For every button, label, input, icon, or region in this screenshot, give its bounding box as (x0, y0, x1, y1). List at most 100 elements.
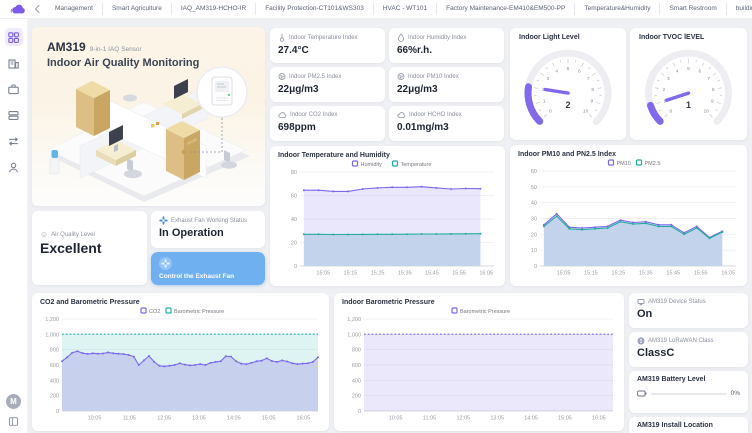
svg-text:1,200: 1,200 (45, 317, 59, 323)
co2-metric-card: Indoor CO2 Index 698ppm (270, 106, 385, 141)
svg-text:15:25: 15:25 (371, 271, 385, 277)
install-location-card: AM319 Install Location Second Floor, Are… (629, 417, 748, 433)
brand-logo[interactable] (0, 3, 34, 16)
tab-iaq-am319-hcho-ir[interactable]: IAQ_AM319-HCHO-IR (171, 3, 255, 15)
chart-title: CO2 and Barometric Pressure (37, 299, 324, 306)
lorawan-label: AM319 LoRaWAN Class (648, 338, 713, 344)
user-avatar[interactable]: M (6, 394, 21, 409)
fan-button-label: Control the Exhaust Fan (159, 273, 257, 280)
pm10-icon (397, 72, 405, 81)
svg-text:8: 8 (591, 87, 594, 93)
tabs-scroll-left-icon[interactable] (35, 5, 43, 13)
pm10-metric-card: Indoor PM10 Index 22μg/m3 (389, 67, 504, 102)
svg-text:8: 8 (712, 87, 715, 93)
tab-facility-protection[interactable]: Facility Protection-CT101&WS303 (255, 3, 373, 15)
fan-icon (159, 216, 168, 225)
svg-text:80: 80 (291, 170, 297, 176)
tab-smart-agriculture[interactable]: Smart Agriculture (102, 3, 171, 15)
sidebar-item-user[interactable] (5, 158, 23, 176)
chart-title: Indoor PM10 and PN2.5 Index (515, 151, 742, 158)
svg-text:15:05: 15:05 (557, 271, 571, 277)
svg-text:10: 10 (583, 109, 589, 115)
svg-text:16:05: 16:05 (479, 271, 493, 277)
svg-text:1: 1 (686, 100, 691, 110)
svg-text:13:05: 13:05 (490, 416, 504, 422)
sidebar-item-dashboard[interactable] (5, 28, 23, 46)
svg-text:30: 30 (531, 217, 537, 223)
svg-text:Humidity: Humidity (361, 162, 383, 168)
svg-text:12:05: 12:05 (456, 416, 470, 422)
metric-label: Indoor Humidity Index (408, 35, 466, 41)
svg-text:3: 3 (667, 76, 670, 82)
chart-title: Indoor Temperature and Humidity (275, 152, 500, 159)
sidebar-item-devices[interactable] (5, 54, 23, 72)
toolbox-icon (7, 83, 20, 96)
humidity-icon (397, 33, 405, 42)
device-status-label: AM319 Device Status (648, 299, 706, 305)
svg-text:2: 2 (662, 87, 665, 93)
top-navbar: Management Smart Agriculture IAQ_AM319-H… (0, 0, 752, 19)
air-quality-value: Excellent (40, 240, 139, 256)
svg-text:800: 800 (352, 348, 361, 354)
humidity-metric-card: Indoor Humidity Index 66%r.h. (389, 28, 504, 63)
sensor-model: AM319 (47, 40, 86, 54)
svg-text:5: 5 (687, 66, 690, 72)
fan-status-value: In Operation (159, 227, 257, 239)
co2-pressure-chart: 02004006008001,0001,20010:0511:0512:0513… (37, 306, 324, 424)
tab-temperature-humidity[interactable]: Temperature&Humidity (574, 3, 659, 15)
tab-management[interactable]: Management (46, 3, 102, 15)
tvoc-gauge-card: Indoor TVOC lEVEL 0123456789101 (630, 28, 747, 140)
lorawan-class-card: AM319 LoRaWAN Class ClassC (629, 332, 748, 367)
svg-text:15:45: 15:45 (425, 271, 439, 277)
svg-text:200: 200 (352, 394, 361, 400)
hcho-cloud-icon (397, 111, 406, 119)
hcho-metric-card: Indoor HCHO Index 0.01mg/m3 (389, 106, 504, 141)
metric-label: Indoor PM10 Index (408, 74, 459, 80)
tab-smart-restroom[interactable]: Smart Restroom (659, 3, 725, 15)
battery-icon (637, 390, 647, 397)
metric-label: Indoor HCHO Index (409, 112, 462, 118)
svg-text:15:15: 15:15 (584, 271, 598, 277)
svg-text:Barometric Pressure: Barometric Pressure (174, 309, 224, 315)
svg-text:13:05: 13:05 (192, 416, 206, 422)
sidebar-item-toolbox[interactable] (5, 80, 23, 98)
install-location-label: AM319 Install Location (637, 422, 740, 429)
metric-label: Indoor Temperature Index (289, 35, 358, 41)
control-exhaust-fan-button[interactable]: Control the Exhaust Fan (151, 252, 265, 285)
svg-text:16:05: 16:05 (297, 416, 311, 422)
devices-icon (7, 57, 20, 70)
svg-text:11:05: 11:05 (123, 416, 136, 422)
svg-text:400: 400 (352, 378, 361, 384)
chart-title: Indoor Barometric Pressure (339, 299, 619, 306)
air-quality-card: ☺ Air Quality Level Excellent (32, 211, 147, 285)
svg-text:1: 1 (543, 99, 546, 105)
co2-pressure-chart-card: CO2 and Barometric Pressure 020040060080… (32, 293, 329, 431)
collapse-sidebar-icon[interactable] (8, 416, 19, 427)
svg-text:12:05: 12:05 (157, 416, 171, 422)
sidebar-item-gateway[interactable] (5, 106, 23, 124)
svg-text:15:35: 15:35 (639, 271, 653, 277)
dashboard-tabs: Management Smart Agriculture IAQ_AM319-H… (46, 0, 752, 18)
pm10-pm25-chart: 010203040506015:0515:1515:2515:3515:4515… (515, 158, 742, 279)
dashboard-app: Management Smart Agriculture IAQ_AM319-H… (0, 0, 752, 433)
svg-text:5: 5 (567, 66, 570, 72)
battery-level-card: AM319 Battery Level 0% (629, 371, 748, 413)
svg-text:14:05: 14:05 (524, 416, 538, 422)
tab-hvac-wt101[interactable]: HVAC - WT101 (373, 3, 436, 15)
device-status-value: On (637, 308, 740, 320)
svg-text:CO2: CO2 (149, 309, 160, 315)
svg-text:PM10: PM10 (617, 161, 631, 167)
svg-text:6: 6 (698, 69, 701, 75)
workflow-icon (7, 135, 20, 148)
battery-label: AM319 Battery Level (637, 376, 740, 383)
metric-label: Indoor PM2.5 Index (289, 74, 341, 80)
isometric-office-illustration (32, 62, 265, 206)
svg-text:0: 0 (534, 264, 537, 270)
gateway-icon (7, 109, 20, 122)
svg-text:10: 10 (704, 109, 710, 115)
svg-text:40: 40 (291, 217, 297, 223)
tab-building[interactable]: building (726, 3, 752, 15)
sidebar-item-workflow[interactable] (5, 132, 23, 150)
tab-factory-maintenance[interactable]: Factory Maintenance-EM410&EM500-PP (436, 3, 574, 15)
svg-text:6: 6 (578, 69, 581, 75)
